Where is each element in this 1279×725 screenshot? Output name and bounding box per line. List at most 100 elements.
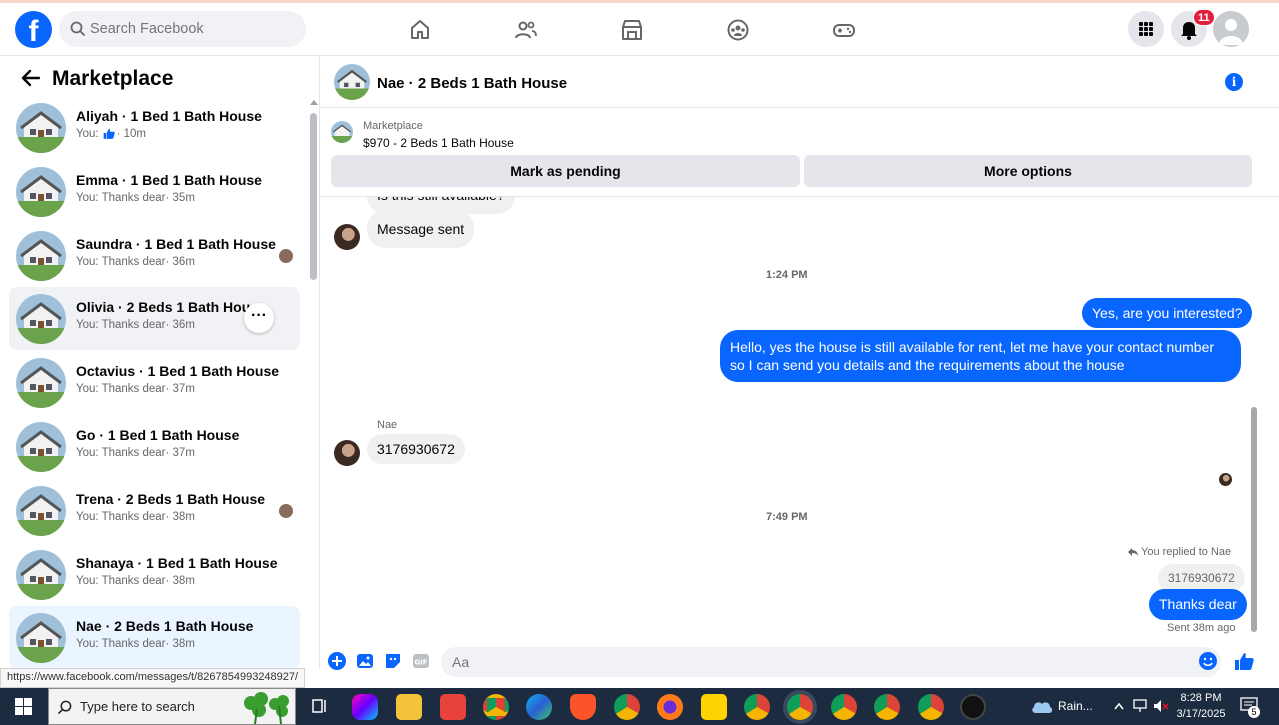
marketplace-icon[interactable] [620, 18, 644, 42]
house-thumbnail-icon [16, 549, 66, 600]
read-receipt-avatar [279, 248, 293, 263]
house-thumbnail-icon [16, 166, 66, 217]
chat-scrollbar[interactable] [1251, 407, 1257, 632]
firefox-icon[interactable] [657, 694, 683, 720]
friends-icon[interactable] [514, 18, 538, 42]
volume-muted-icon[interactable] [1153, 699, 1169, 713]
message-bubble-outgoing: Yes, are you interested? [1082, 298, 1253, 328]
conversation-item[interactable]: Nae · 2 Beds 1 Bath House You: Thanks dea… [9, 606, 300, 670]
listing-avatar[interactable] [334, 64, 370, 100]
scroll-up-icon[interactable] [310, 99, 318, 105]
preview-text: You: Thanks dear [76, 638, 166, 651]
anydesk-icon[interactable] [440, 694, 466, 720]
file-explorer-icon[interactable] [396, 694, 422, 720]
house-thumbnail-icon [16, 485, 66, 536]
preview-text: You: Thanks dear [76, 191, 166, 204]
chrome-profile-icon[interactable] [831, 694, 857, 720]
sidebar-scrollbar[interactable] [310, 113, 317, 280]
taskbar-search[interactable]: Type here to search [48, 688, 296, 725]
conversation-title: Trena · 2 Beds 1 Bath House [76, 490, 266, 507]
chrome-profile-icon[interactable] [918, 694, 944, 720]
house-thumbnail-icon [16, 613, 66, 664]
system-clock[interactable]: 8:28 PM 3/17/2025 [1174, 690, 1228, 722]
chrome-profile-icon[interactable] [744, 694, 770, 720]
conversation-title: Olivia · 2 Beds 1 Bath House [76, 299, 266, 316]
conversation-item[interactable]: Saundra · 1 Bed 1 Bath House You: Thanks … [9, 224, 300, 287]
read-receipt-avatar [279, 503, 293, 518]
marketplace-listing-thumbnail[interactable] [331, 121, 353, 143]
app-icon[interactable] [960, 694, 986, 720]
listing-thumbnail [16, 166, 66, 217]
conversation-item[interactable]: Octavius · 1 Bed 1 Bath House You: Thanks… [9, 351, 300, 414]
account-avatar-button[interactable] [1213, 11, 1249, 47]
preview-text: You: Thanks dear [76, 319, 166, 332]
back-arrow-icon[interactable] [21, 69, 41, 87]
listing-thumbnail [16, 549, 66, 600]
preview-time: · 37m [165, 383, 195, 396]
chrome-active-icon[interactable] [787, 694, 813, 720]
edge-icon[interactable] [526, 694, 552, 720]
chrome-icon[interactable] [483, 694, 509, 720]
chevron-up-icon[interactable] [1114, 702, 1124, 710]
message-input-box[interactable] [441, 647, 1221, 677]
more-options-button[interactable]: More options [804, 155, 1252, 187]
conversation-preview: You: Thanks dear· 38m [76, 638, 195, 650]
sticker-icon[interactable] [384, 652, 402, 670]
like-icon[interactable] [1233, 650, 1255, 672]
photo-icon[interactable] [356, 652, 374, 670]
search-box[interactable] [59, 11, 306, 47]
chat-panel: Nae · 2 Beds 1 Bath House i Marketplace … [321, 56, 1279, 677]
search-input[interactable] [90, 11, 290, 47]
conversation-item[interactable]: Shanaya · 1 Bed 1 Bath House You: Thanks … [9, 543, 300, 606]
conversation-item[interactable]: Olivia · 2 Beds 1 Bath House You: Thanks … [9, 287, 300, 351]
gif-icon[interactable]: GIF [412, 652, 430, 670]
windows-start-icon[interactable] [15, 698, 32, 715]
menu-button[interactable] [1128, 11, 1164, 47]
conversation-preview: You: Thanks dear· 37m [76, 447, 195, 459]
preview-time: · 37m [165, 447, 195, 459]
network-icon[interactable] [1133, 699, 1149, 713]
conversation-title: Aliyah · 1 Bed 1 Bath House [76, 108, 262, 124]
sender-avatar[interactable] [334, 440, 360, 466]
preview-time: · 38m [165, 574, 195, 587]
preview-text: You: Thanks dear [76, 255, 166, 268]
facebook-logo[interactable]: f [15, 11, 52, 48]
conversation-preview: You: Thanks dear· 38m [76, 511, 195, 523]
clock-time: 8:28 PM [1180, 692, 1222, 704]
preview-text: You: Thanks dear [76, 510, 166, 523]
read-receipt-avatar [1219, 473, 1232, 486]
conversation-item[interactable]: Emma · 1 Bed 1 Bath House You: Thanks dea… [9, 160, 300, 223]
listing-thumbnail [16, 613, 66, 664]
conversation-sidebar: Marketplace Aliyah · 1 Bed 1 Bath House Y… [0, 56, 320, 670]
listing-title[interactable]: $970 - 2 Beds 1 Bath House [363, 136, 514, 150]
more-options-icon[interactable]: ··· [244, 303, 274, 334]
weather-cloud-icon[interactable] [1030, 697, 1054, 715]
preview-text: You: Thanks dear [76, 574, 166, 587]
emoji-icon[interactable] [1199, 652, 1217, 670]
conversation-preview: You: Thanks dear· 37m [76, 383, 195, 395]
chrome-profile-icon[interactable] [874, 694, 900, 720]
sender-name: Nae [377, 419, 398, 431]
chat-header: Nae · 2 Beds 1 Bath House i [321, 56, 1279, 108]
message-input[interactable] [452, 647, 1152, 677]
info-icon[interactable]: i [1225, 73, 1243, 91]
weather-label[interactable]: Rain... [1058, 699, 1093, 713]
gaming-icon[interactable] [832, 18, 856, 42]
mark-as-pending-button[interactable]: Mark as pending [331, 155, 800, 187]
message-bubble-outgoing: Hello, yes the house is still available … [720, 330, 1241, 382]
conversation-preview: You: Thanks dear· 35m [76, 192, 195, 204]
sender-avatar[interactable] [334, 224, 360, 250]
brave-icon[interactable] [570, 694, 596, 720]
task-view-icon[interactable] [312, 698, 328, 714]
listing-thumbnail [16, 103, 66, 153]
conversation-item[interactable]: Trena · 2 Beds 1 Bath House You: Thanks d… [9, 479, 300, 542]
home-icon[interactable] [408, 18, 432, 42]
groups-icon[interactable] [726, 18, 750, 42]
listing-thumbnail [16, 358, 66, 409]
copilot-icon[interactable] [352, 694, 378, 720]
conversation-item[interactable]: Aliyah · 1 Bed 1 Bath House You: · 10m [9, 96, 300, 159]
conversation-item[interactable]: Go · 1 Bed 1 Bath House You: Thanks dear·… [9, 415, 300, 478]
plus-icon[interactable] [328, 652, 346, 670]
chrome-profile-icon[interactable] [614, 694, 640, 720]
sticky-notes-icon[interactable] [701, 694, 727, 720]
